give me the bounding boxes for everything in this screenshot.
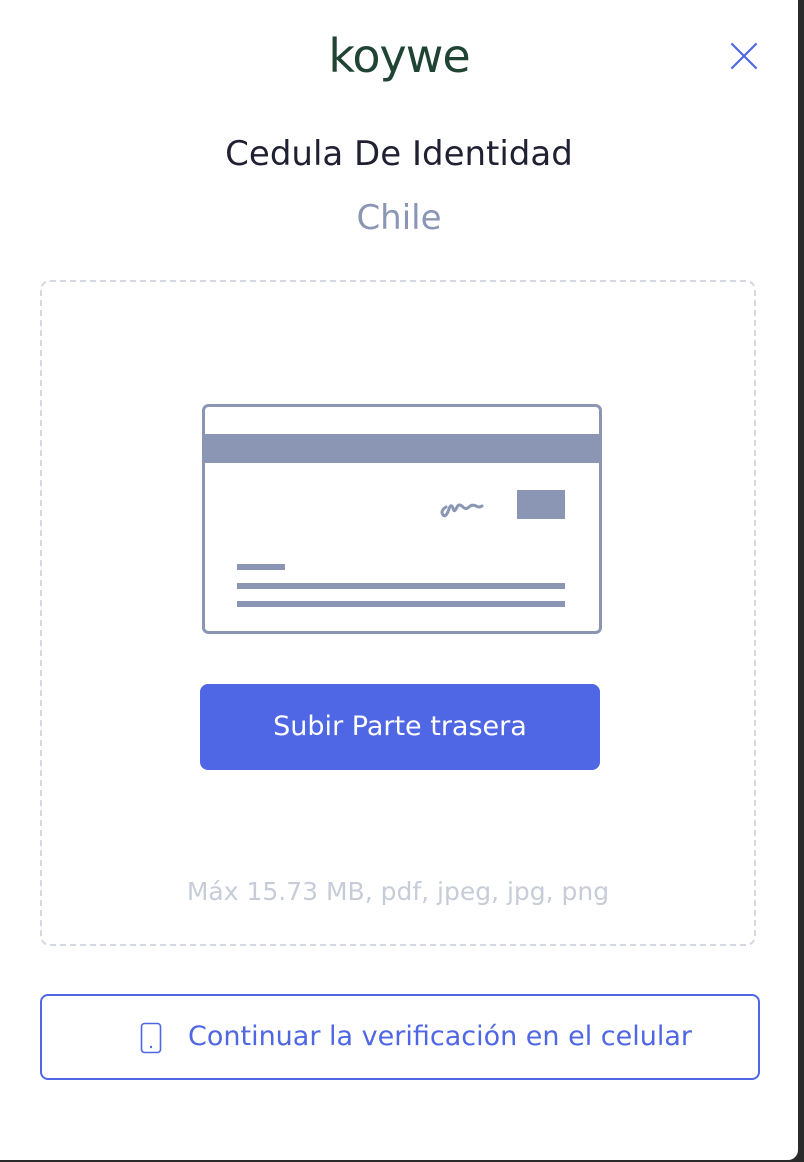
file-limits-hint: Máx 15.73 MB, pdf, jpeg, jpg, png <box>186 877 610 906</box>
document-title: Cedula De Identidad <box>225 134 573 174</box>
verification-modal: koywe Cedula De Identidad Chile Subir Pa… <box>0 0 798 1160</box>
continue-on-mobile-button[interactable]: Continuar la verificación en el celular <box>40 994 760 1080</box>
close-button[interactable] <box>722 36 764 78</box>
upload-back-button[interactable]: Subir Parte trasera <box>200 684 600 770</box>
id-card-back-icon <box>202 404 602 634</box>
upload-dropzone[interactable]: Subir Parte trasera Máx 15.73 MB, pdf, j… <box>40 280 756 946</box>
document-country: Chile <box>356 198 442 238</box>
close-icon <box>730 42 758 70</box>
continue-on-mobile-label: Continuar la verificación en el celular <box>188 1021 693 1052</box>
brand-logo: koywe <box>328 29 470 83</box>
mobile-phone-icon <box>140 1022 162 1054</box>
